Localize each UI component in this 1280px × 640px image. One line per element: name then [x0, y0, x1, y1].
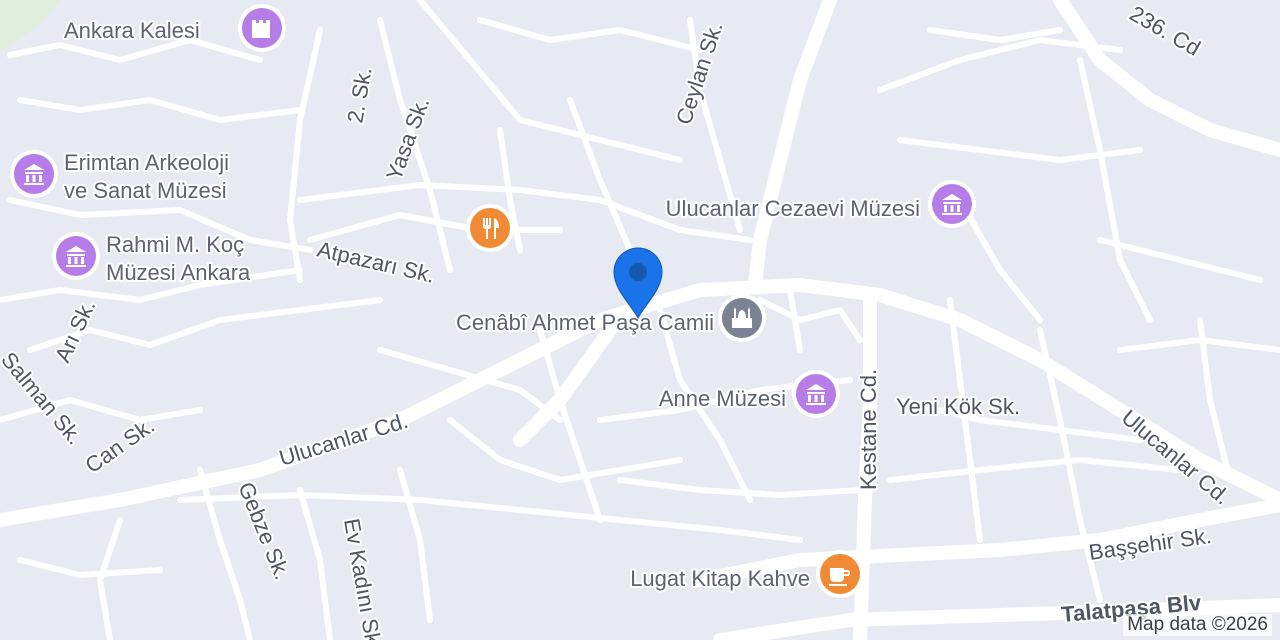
street-label: Salman Sk.	[0, 347, 88, 449]
map-attribution: Map data ©2026	[1123, 614, 1272, 636]
street-label: Başşehir Sk.	[1087, 523, 1213, 565]
street-label: Gebze Sk.	[233, 479, 295, 584]
street-label: Ceylan Sk.	[671, 19, 728, 128]
street-label: 236. Cd	[1126, 1, 1205, 61]
street-label: Ulucanlar Cd.	[1117, 405, 1235, 510]
street-label: Arı Sk.	[50, 296, 101, 366]
street-label: Kestane Cd.	[856, 369, 881, 490]
street-label: Atpazarı Sk.	[315, 237, 437, 288]
street-label: Yeni Kök Sk.	[896, 394, 1020, 419]
street-label: 2. Sk.	[342, 65, 376, 125]
map-canvas[interactable]: Yasa Sk. 2. Sk. Ceylan Sk. 236. Cd Atpaz…	[0, 0, 1280, 640]
street-label: Can Sk.	[81, 413, 159, 478]
street-label: Ulucanlar Cd.	[276, 408, 411, 471]
street-label: Ev Kadını Sk.	[339, 517, 387, 640]
street-label: Yasa Sk.	[381, 94, 434, 184]
map-labels: Yasa Sk. 2. Sk. Ceylan Sk. 236. Cd Atpaz…	[0, 0, 1237, 640]
